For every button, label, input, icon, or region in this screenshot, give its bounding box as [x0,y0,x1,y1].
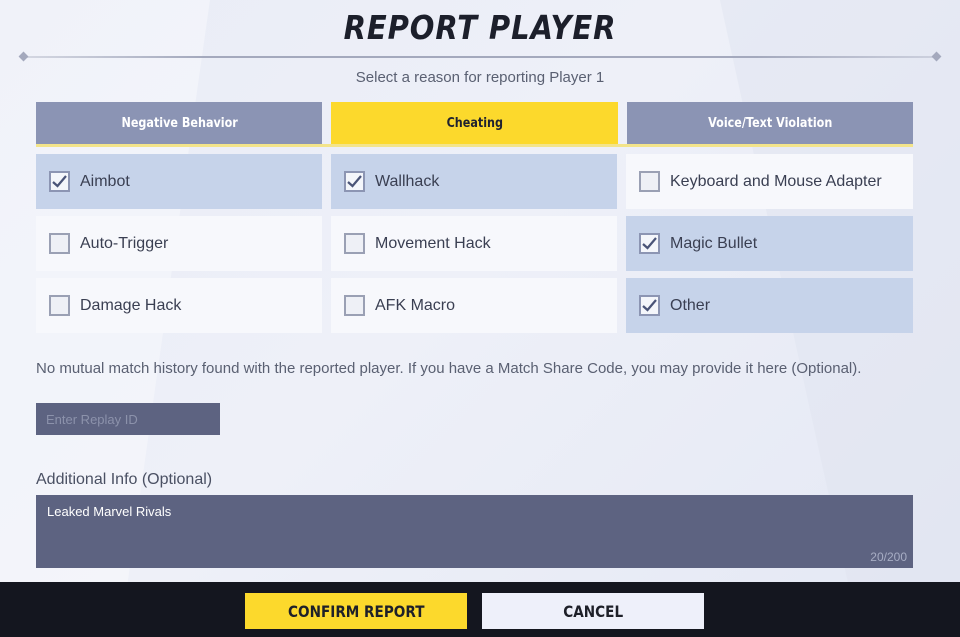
category-tabs: Negative Behavior Cheating Voice/Text Vi… [36,102,913,144]
button-label: CANCEL [563,601,623,621]
checkmark-icon [642,299,657,312]
checkbox[interactable] [639,233,660,254]
page-subtitle: Select a reason for reporting Player 1 [355,69,605,86]
button-label: CONFIRM REPORT [287,601,425,621]
checkbox[interactable] [49,295,70,316]
option-label: AFK Macro [375,296,456,314]
option-movement-hack[interactable]: Movement Hack [331,216,617,271]
option-label: Magic Bullet [670,234,758,252]
reason-options: Aimbot Wallhack Keyboard and Mouse Adapt… [36,154,913,333]
option-aimbot[interactable]: Aimbot [36,154,322,209]
checkmark-icon [52,175,67,188]
tab-label: Cheating [446,115,503,131]
checkbox[interactable] [344,233,365,254]
checkmark-icon [347,175,362,188]
additional-info-textarea[interactable]: Leaked Marvel Rivals 20/200 [36,495,913,568]
option-other[interactable]: Other [626,278,913,333]
page-title: REPORT PLAYER [343,8,617,47]
checkbox[interactable] [344,171,365,192]
option-wallhack[interactable]: Wallhack [331,154,617,209]
option-label: Other [670,296,711,314]
tab-label: Negative Behavior [120,115,238,131]
checkbox[interactable] [639,171,660,192]
option-label: Aimbot [80,172,130,190]
option-keyboard-mouse-adapter[interactable]: Keyboard and Mouse Adapter [626,154,913,209]
option-label: Damage Hack [80,296,182,314]
option-auto-trigger[interactable]: Auto-Trigger [36,216,322,271]
footer-bar: CONFIRM REPORT CANCEL [0,582,960,637]
match-history-notice: No mutual match history found with the r… [36,360,862,377]
title-divider [20,56,940,58]
option-damage-hack[interactable]: Damage Hack [36,278,322,333]
confirm-report-button[interactable]: CONFIRM REPORT [245,593,467,629]
option-label: Auto-Trigger [80,234,169,252]
option-label: Movement Hack [375,234,491,252]
tab-cheating[interactable]: Cheating [331,102,618,144]
option-magic-bullet[interactable]: Magic Bullet [626,216,913,271]
checkbox[interactable] [49,171,70,192]
checkmark-icon [642,237,657,250]
additional-info-label: Additional Info (Optional) [36,471,213,488]
checkbox[interactable] [639,295,660,316]
option-label: Wallhack [375,172,440,190]
checkbox[interactable] [49,233,70,254]
tab-negative-behavior[interactable]: Negative Behavior [36,102,323,144]
checkbox[interactable] [344,295,365,316]
option-label: Keyboard and Mouse Adapter [670,172,882,190]
replay-id-input[interactable] [36,403,220,435]
tab-voice-text-violation[interactable]: Voice/Text Violation [626,102,913,144]
additional-info-value: Leaked Marvel Rivals [47,504,172,519]
tab-label: Voice/Text Violation [707,115,832,131]
active-tab-underline [36,144,913,147]
option-afk-macro[interactable]: AFK Macro [331,278,617,333]
character-count: 20/200 [870,550,907,564]
cancel-button[interactable]: CANCEL [482,593,704,629]
